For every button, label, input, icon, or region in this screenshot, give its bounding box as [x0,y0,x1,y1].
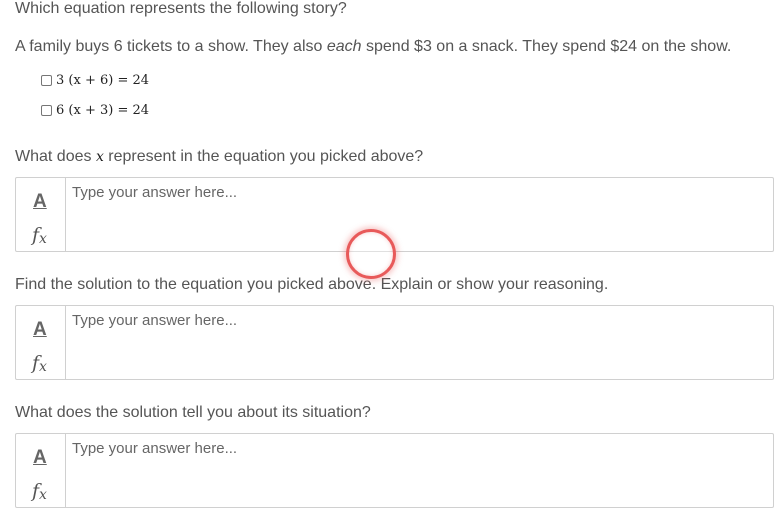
fx-icon-x: x [39,487,47,503]
question-1-start: What does [15,148,96,165]
story-emphasis: each [326,38,362,55]
question-1-end: represent in the equation you picked abo… [103,148,424,165]
fx-icon-f: f [32,352,40,374]
answer-1-input[interactable]: Type your answer here... [72,184,237,202]
click-indicator-icon [346,229,396,279]
answer-3-toolbar: A fx [16,434,66,507]
choice-1-checkbox[interactable] [41,74,52,86]
choice-2-checkbox[interactable] [41,104,52,116]
question-1: What does x represent in the equation yo… [15,147,423,167]
choice-2[interactable]: 6 (x + 3) = 24 [41,100,149,120]
answer-box-2[interactable]: A fx Type your answer here... [15,305,774,380]
fx-icon[interactable]: fx [32,224,47,250]
fx-icon-f: f [32,480,40,502]
text-format-icon[interactable]: A [33,448,47,468]
answer-3-input[interactable]: Type your answer here... [72,440,237,458]
fx-icon[interactable]: fx [32,480,47,506]
fx-icon-x: x [39,359,47,375]
answer-2-input[interactable]: Type your answer here... [72,312,237,330]
text-format-icon[interactable]: A [33,192,47,212]
question-1-variable: x [95,149,104,165]
question-3: What does the solution tell you about it… [15,404,371,421]
fx-icon-x: x [39,231,47,247]
answer-box-3[interactable]: A fx Type your answer here... [15,433,774,508]
choice-1-label: 3 (x + 6) = 24 [56,72,150,88]
story-text-start: A family buys 6 tickets to a show. They … [15,38,327,55]
question-heading: Which equation represents the following … [15,0,347,17]
choice-2-label: 6 (x + 3) = 24 [56,102,150,118]
text-format-icon[interactable]: A [33,320,47,340]
story-text-end: spend $3 on a snack. They spend $24 on t… [361,38,732,55]
answer-1-toolbar: A fx [16,178,66,251]
story-text: A family buys 6 tickets to a show. They … [15,37,731,57]
fx-icon-f: f [32,224,40,246]
choice-1[interactable]: 3 (x + 6) = 24 [41,70,149,90]
question-2: Find the solution to the equation you pi… [15,276,609,293]
fx-icon[interactable]: fx [32,352,47,378]
answer-2-toolbar: A fx [16,306,66,379]
answer-box-1[interactable]: A fx Type your answer here... [15,177,774,252]
